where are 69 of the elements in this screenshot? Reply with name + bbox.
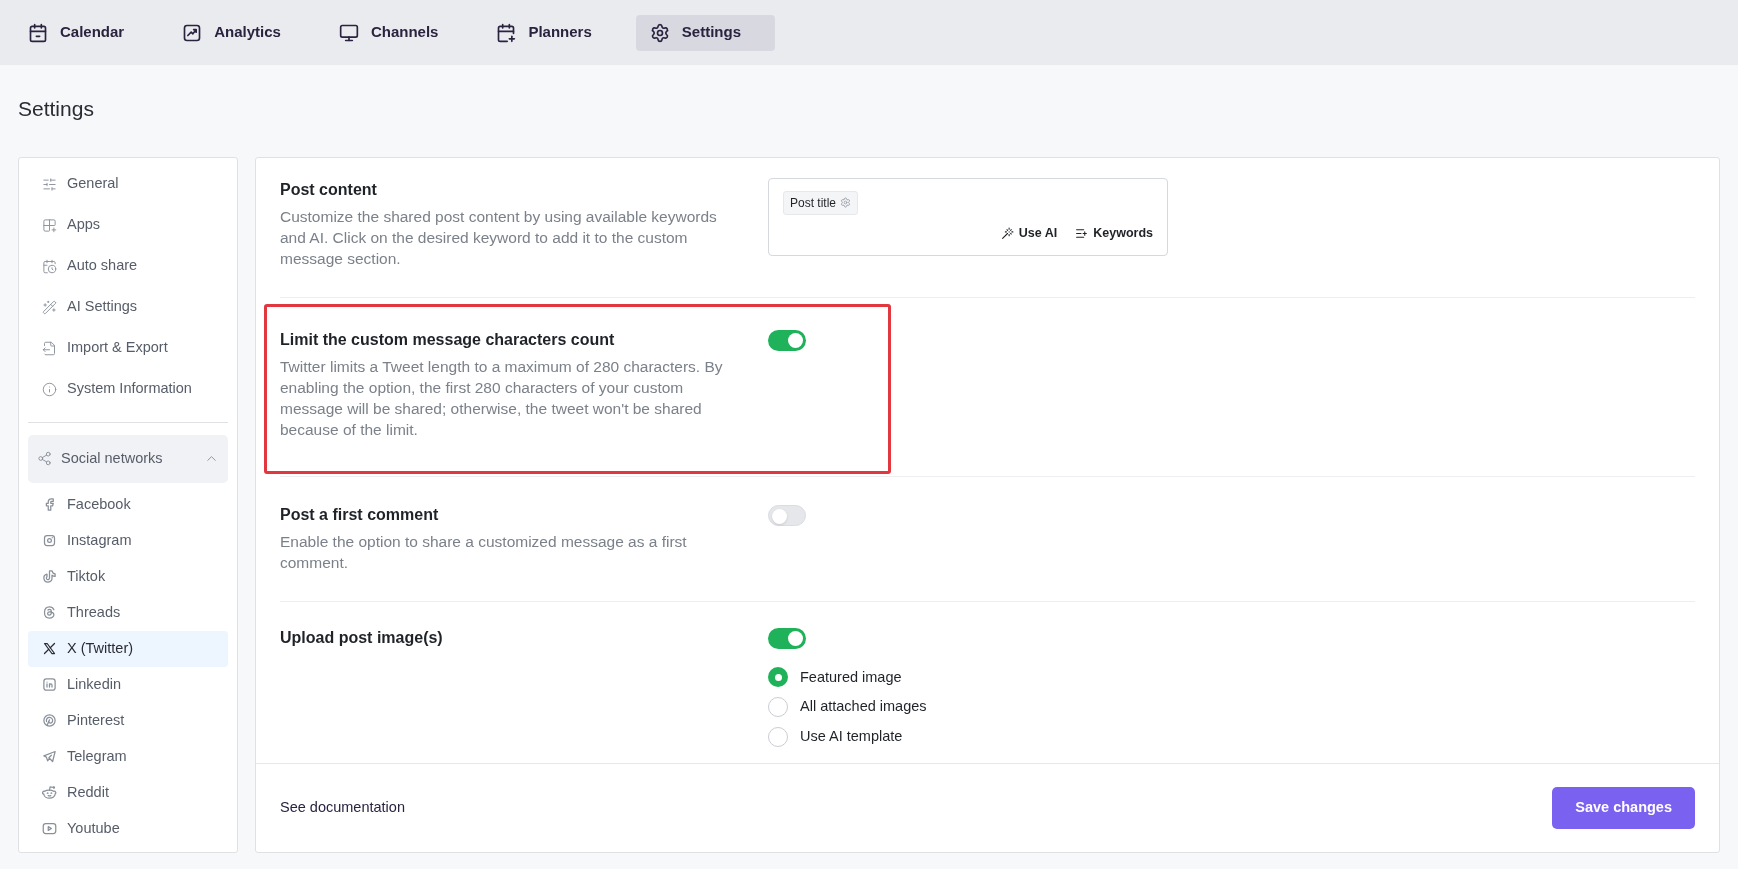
monitor-icon [338,22,359,43]
sidebar-item[interactable]: Facebook [28,486,228,523]
share-icon [37,451,52,466]
sidebar-item[interactable]: Telegram [28,738,228,775]
nav-tab[interactable]: Settings [635,14,775,51]
section-description: Customize the shared post content by using available keywords and AI. Click on the desired keyword to add it to the custom message section. [280,206,718,269]
settings-icon [649,22,670,43]
page-title: Settings [18,96,95,122]
magic-wand-icon [42,299,57,315]
section-title: Upload post image(s) [280,627,444,648]
sidebar-item[interactable]: X (Twitter) [28,630,228,667]
sidebar-item[interactable]: System Information [28,368,228,410]
chart-icon [182,22,203,43]
calendar-clock-icon [42,258,57,274]
toggle-switch[interactable] [768,504,806,526]
gear-icon [840,197,852,208]
sidebar-item[interactable]: Reddit [28,774,228,811]
threads-icon [42,605,57,620]
toggle-switch[interactable] [768,627,806,649]
nav-tab[interactable]: Analytics [168,14,315,51]
sidebar-group-header[interactable]: Social networks [28,434,228,483]
nav-tab[interactable]: Planners [482,14,626,51]
telegram-icon [42,749,57,764]
section-title: Limit the custom message characters count [280,329,616,350]
sidebar-item[interactable]: Tiktok [28,558,228,595]
section-title: Post a first comment [280,504,440,525]
info-icon [42,381,57,397]
sidebar-item[interactable]: Import & Export [28,327,228,369]
nav-tab[interactable]: Calendar [14,14,159,51]
radio-button[interactable] [768,726,788,747]
file-export-icon [42,340,57,356]
sidebar-item[interactable]: Threads [28,594,228,631]
radio-button[interactable] [768,667,788,688]
grid-plus-icon [42,217,57,233]
section-title: Post content [280,179,378,200]
tiktok-icon [42,569,57,584]
keyword-chip[interactable]: Post title [783,190,859,215]
message-field[interactable]: Post title Use AI Keywords [768,177,1168,256]
save-button[interactable]: Save changes [1552,786,1695,829]
sliders-icon [42,176,57,192]
radio-label: Use AI template [800,727,903,746]
x-icon [42,641,57,656]
sidebar-item[interactable]: Apps [28,204,228,246]
radio-label: Featured image [800,667,902,687]
list-plus-icon [1075,226,1089,240]
youtube-icon [42,821,57,836]
pinterest-icon [42,713,57,728]
magic-wand-icon [1000,226,1014,240]
calendar-plus-icon [496,22,517,43]
field-action[interactable]: Keywords [1075,223,1153,243]
section-description: Twitter limits a Tweet length to a maximum of 280 characters. By enabling the option, the first 280 characters of your custom message will be shared; otherwise, the tweet won't be shared because of the limit. [280,356,724,440]
field-action[interactable]: Use AI [1000,223,1058,243]
reddit-icon [42,785,57,800]
radio-label: All attached images [800,697,927,717]
nav-tab[interactable]: Channels [324,14,473,51]
toggle-switch[interactable] [768,329,806,351]
linkedin-icon [42,677,57,692]
documentation-link[interactable]: See documentation [280,796,405,819]
sidebar-item[interactable]: Youtube [28,810,228,847]
sidebar-item[interactable]: Auto share [28,245,228,287]
sidebar-item[interactable]: Pinterest [28,702,228,739]
radio-button[interactable] [768,697,788,718]
sidebar-item[interactable]: Linkedin [28,666,228,703]
sidebar-item[interactable]: Instagram [28,522,228,559]
section-description: Enable the option to share a customized message as a first comment. [280,531,688,573]
sidebar-item[interactable]: General [28,163,228,205]
instagram-icon [42,533,57,548]
sidebar-item[interactable]: AI Settings [28,286,228,328]
calendar-icon [28,22,48,43]
